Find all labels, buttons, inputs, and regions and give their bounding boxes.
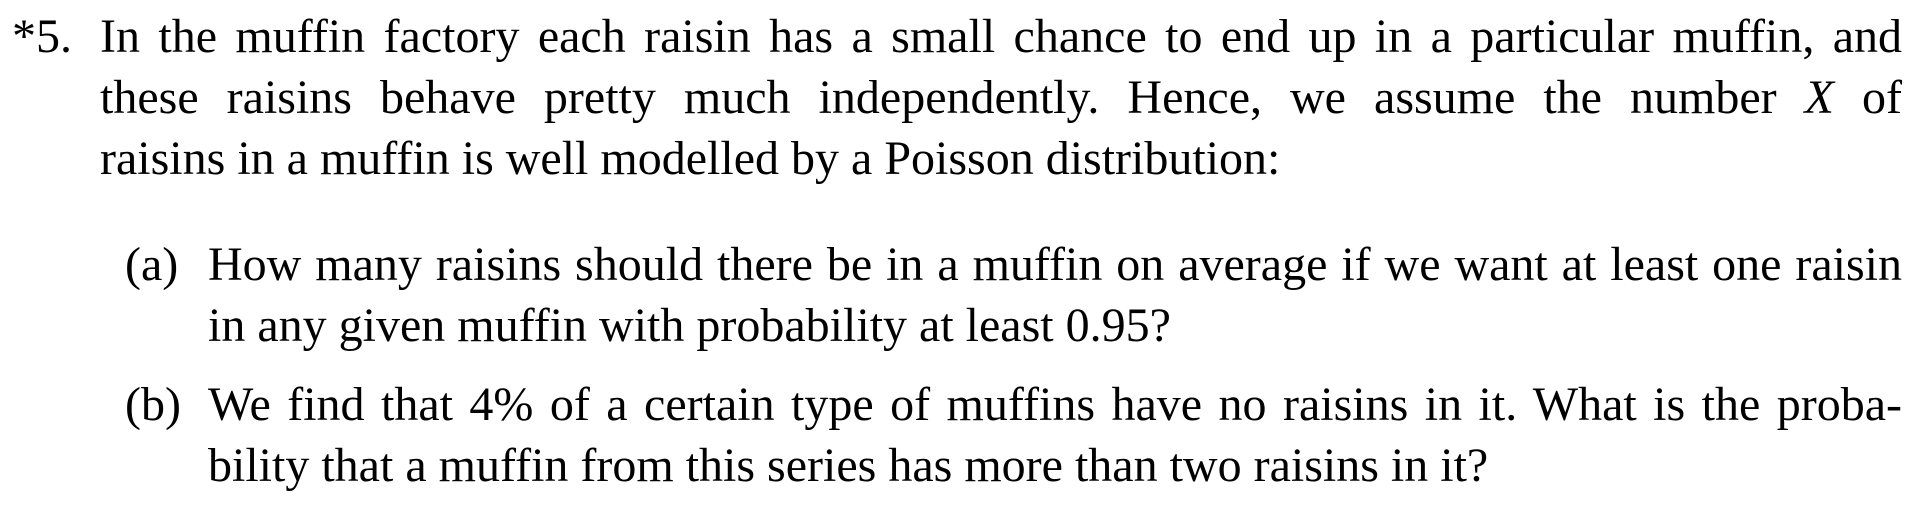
part-b-label: (b) (125, 378, 181, 431)
problem-number: *5. (12, 10, 72, 63)
part-a-label: (a) (125, 238, 179, 291)
part-b-text: We find that 4% of a certain type of muf… (208, 374, 1902, 496)
part-a: (a) How many raisins should there be in … (0, 234, 1912, 356)
part-b-line-2: bility that a muffin from this series ha… (208, 439, 1489, 492)
intro-line-2: these raisins behave pretty much indepen… (100, 67, 1902, 128)
problem-5: *5. In the muffin factory each raisin ha… (0, 0, 1912, 512)
part-b-line-1: We find that 4% of a certain type of muf… (208, 378, 1902, 431)
variable-x: X (1804, 71, 1834, 124)
intro-line-3: raisins in a muffin is well modelled by … (100, 132, 1281, 185)
part-b: (b) We find that 4% of a certain type of… (0, 374, 1912, 496)
part-a-text: How many raisins should there be in a mu… (208, 234, 1902, 356)
part-a-line-2: in any given muffin with probability at … (208, 299, 1171, 352)
intro-line-1: In the muffin factory each raisin has a … (100, 10, 1902, 63)
problem-intro: In the muffin factory each raisin has a … (100, 6, 1902, 189)
part-a-line-1: How many raisins should there be in a mu… (208, 238, 1902, 291)
intro-line-2-text: these raisins behave pretty much indepen… (100, 71, 1805, 124)
intro-line-2-tail: of (1833, 71, 1902, 124)
